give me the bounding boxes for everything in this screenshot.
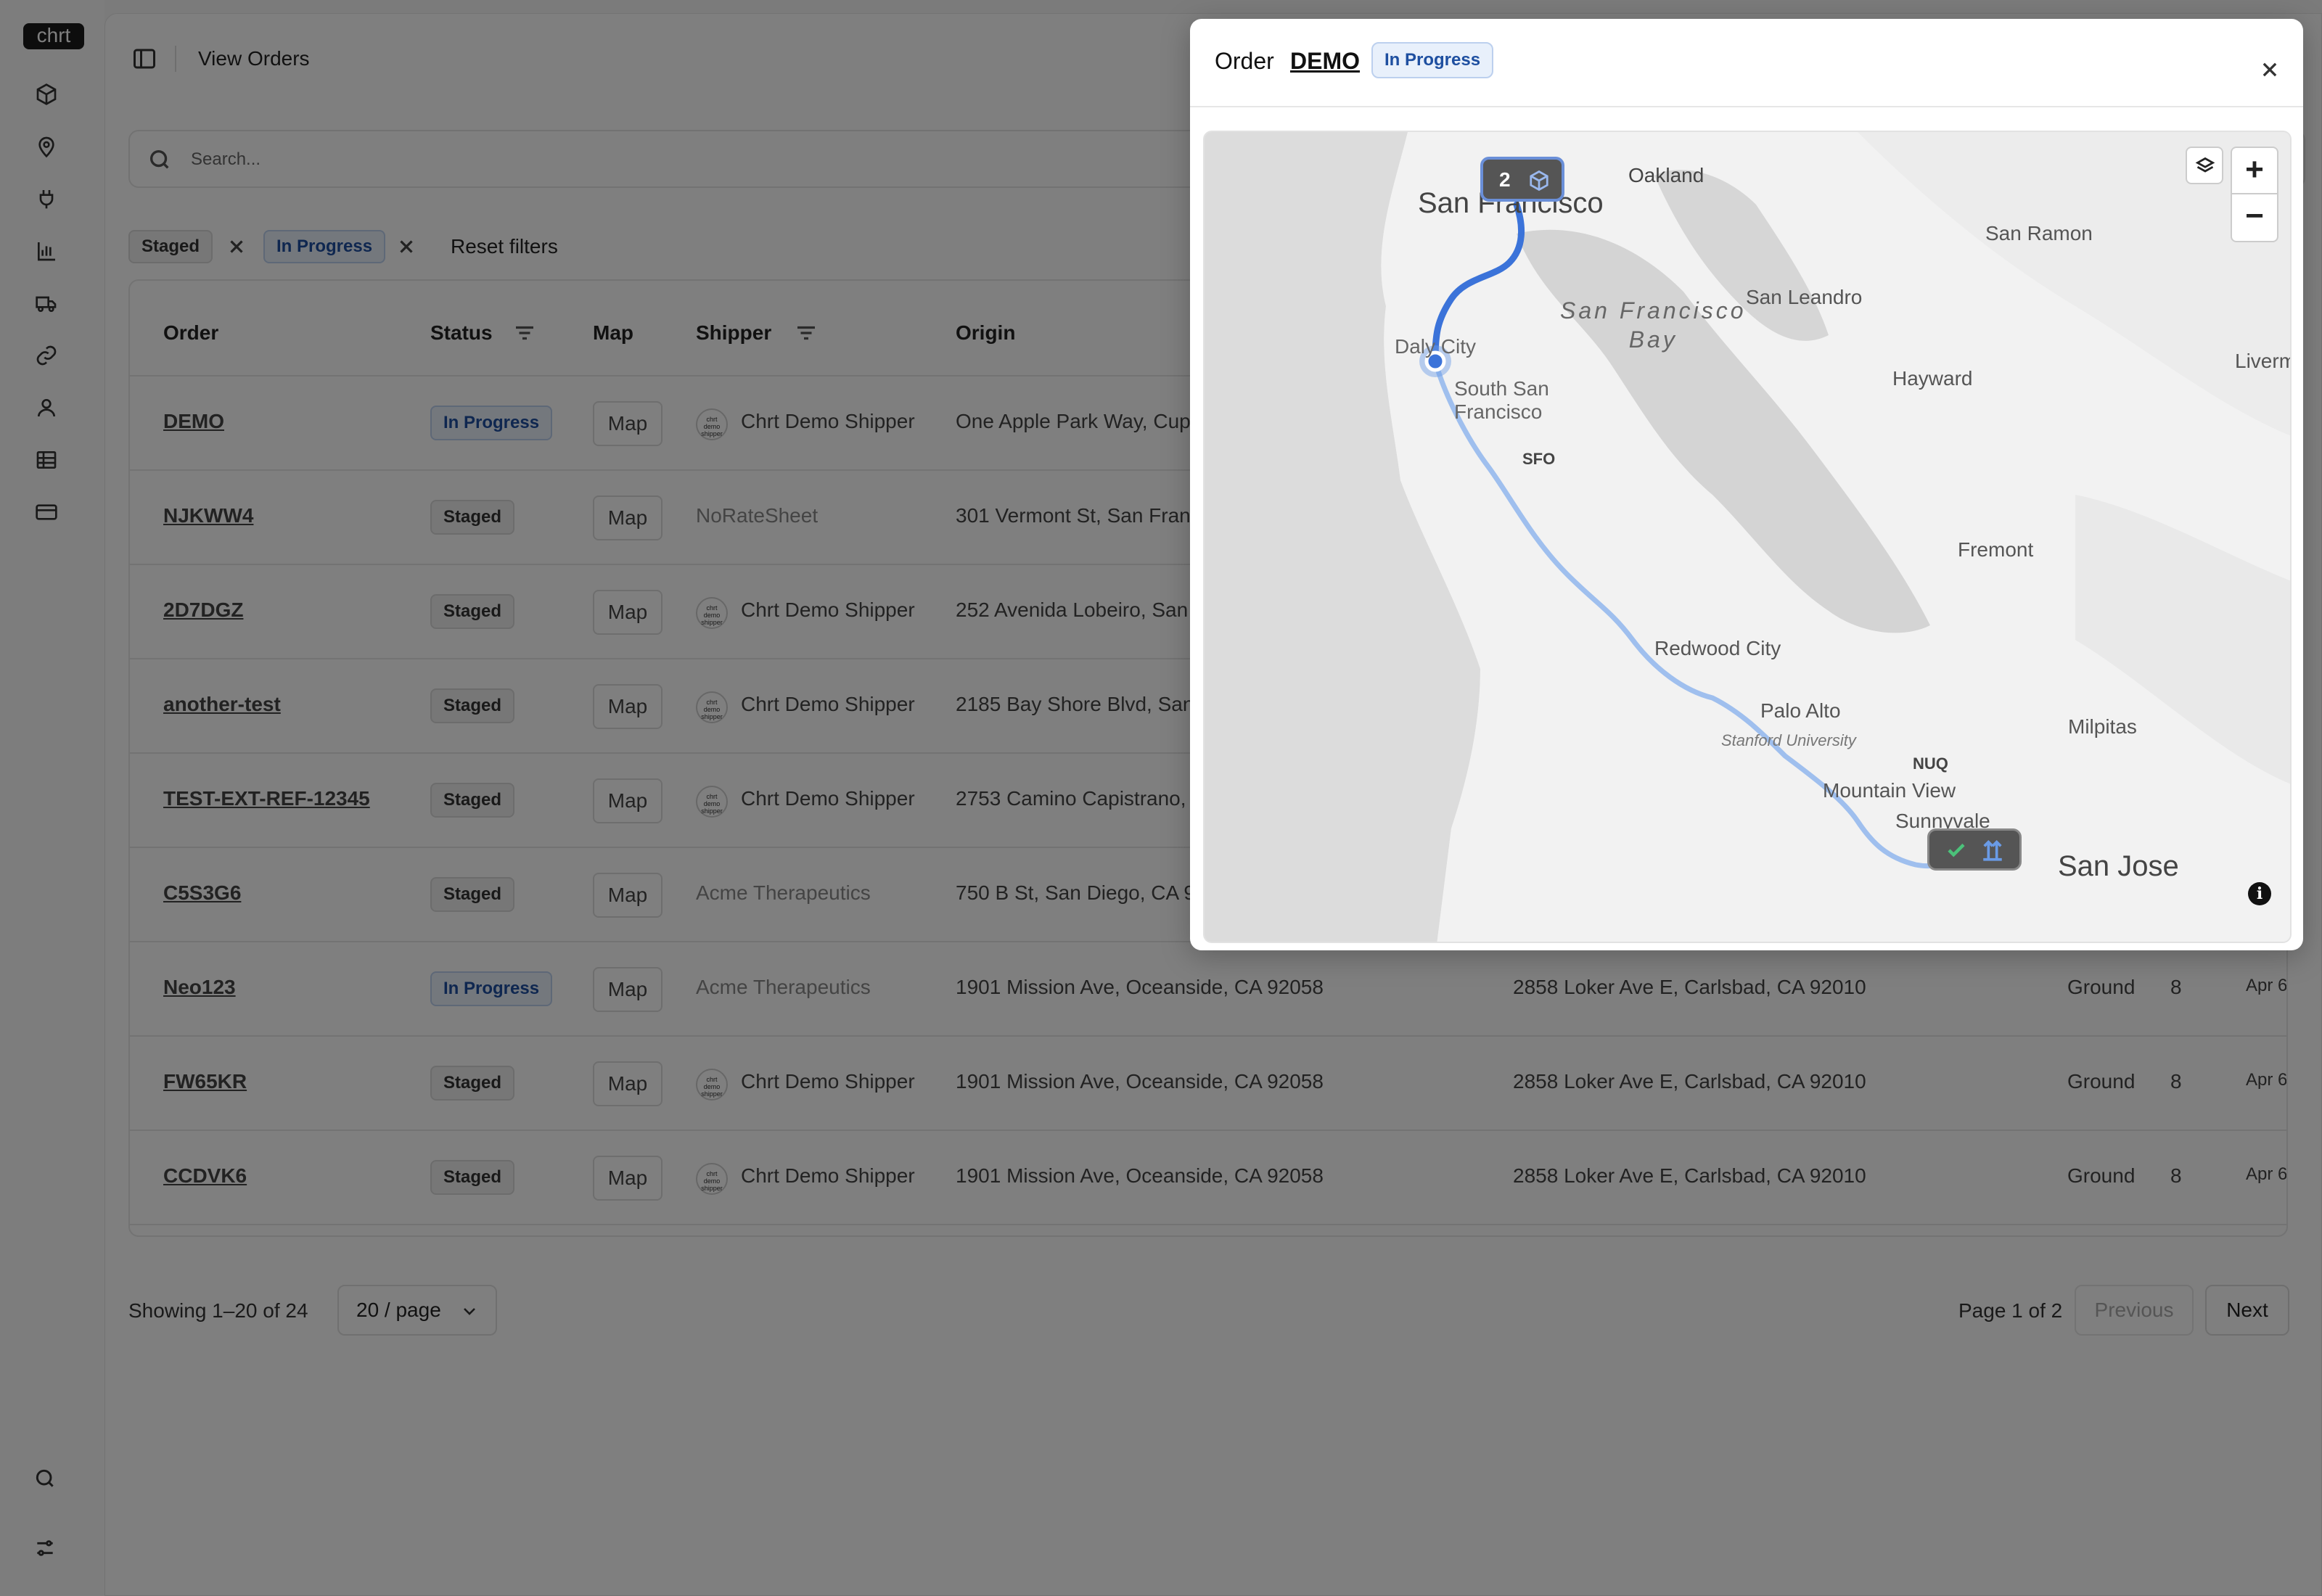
modal-status-badge: In Progress xyxy=(1371,42,1494,78)
map-label-sf-bay: San Francisco Bay xyxy=(1560,297,1747,353)
map-label-san-ramon: San Ramon xyxy=(1985,222,2093,244)
map-label-san-jose: San Jose xyxy=(2058,850,2179,882)
package-count: 2 xyxy=(1499,168,1511,191)
map-label-stanford: Stanford University xyxy=(1721,731,1856,749)
map-label-daly-city: Daly City xyxy=(1395,335,1477,358)
map-canvas[interactable] xyxy=(1205,132,2292,943)
route-map[interactable]: Oakland San Francisco San Ramon San Lean… xyxy=(1203,131,2292,943)
map-label-san-leandro: San Leandro xyxy=(1746,286,1863,308)
map-label-milpitas: Milpitas xyxy=(2068,715,2137,738)
map-label-sfo: SFO xyxy=(1522,450,1556,468)
map-label-nuq: NUQ xyxy=(1913,754,1948,773)
zoom-out-button[interactable]: − xyxy=(2232,194,2277,241)
layers-icon xyxy=(2195,157,2215,173)
map-label-south-sf: South San Francisco xyxy=(1454,377,1549,423)
close-icon[interactable] xyxy=(2260,59,2280,80)
map-label-mountain-view: Mountain View xyxy=(1823,779,1956,802)
map-label-hayward: Hayward xyxy=(1892,367,1973,390)
map-layers-button[interactable] xyxy=(2186,147,2223,184)
map-info-icon[interactable]: i xyxy=(2248,882,2271,905)
check-icon xyxy=(1945,839,1967,861)
map-label-oakland: Oakland xyxy=(1628,164,1704,186)
map-label-palo-alto: Palo Alto xyxy=(1760,699,1841,722)
modal-divider xyxy=(1190,106,2303,107)
map-label-redwood-city: Redwood City xyxy=(1654,637,1781,659)
modal-order-id[interactable]: DEMO xyxy=(1290,45,1360,77)
destination-marker[interactable] xyxy=(1927,828,2022,871)
package-marker[interactable]: 2 xyxy=(1480,157,1564,202)
double-arrow-up-icon xyxy=(1980,838,2005,863)
modal-title: Order xyxy=(1215,48,1274,74)
map-label-fremont: Fremont xyxy=(1958,538,2034,561)
zoom-in-button[interactable]: + xyxy=(2232,148,2277,194)
zoom-controls: + − xyxy=(2231,147,2278,242)
package-icon xyxy=(1528,170,1550,192)
map-label-livermore: Livermor xyxy=(2235,350,2290,372)
order-modal: Order DEMO In Progress Oakland San Franc… xyxy=(1190,19,2303,950)
